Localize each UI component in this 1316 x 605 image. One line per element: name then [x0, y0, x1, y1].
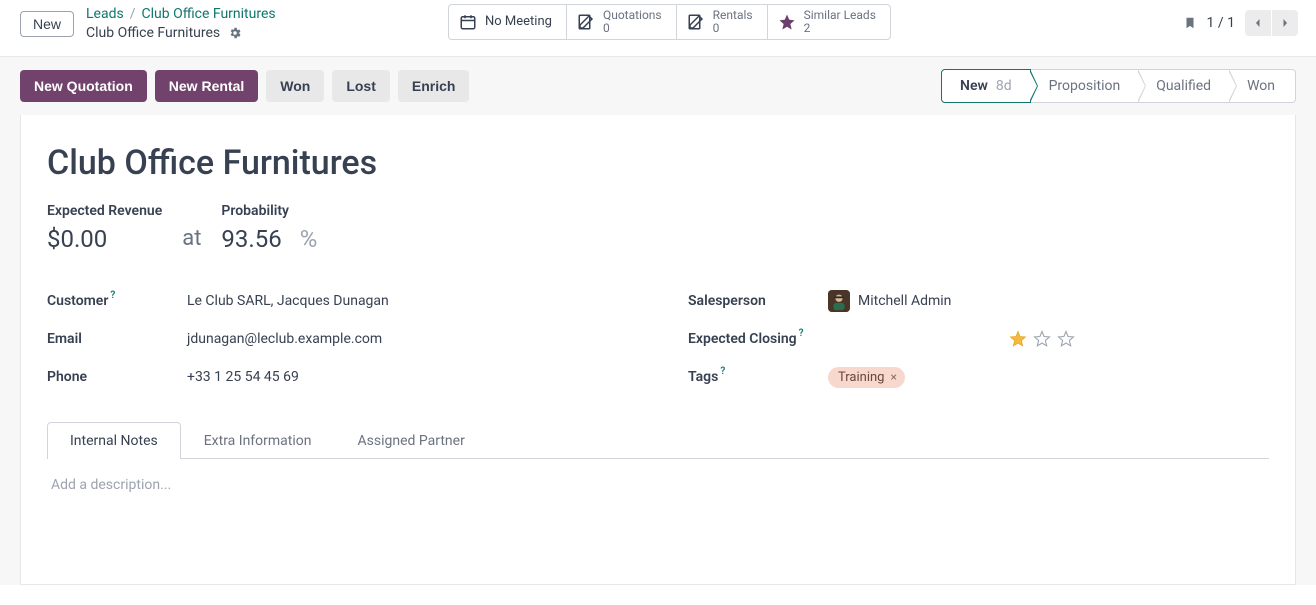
lost-button[interactable]: Lost [332, 70, 390, 102]
phone-label: Phone [47, 369, 87, 385]
gear-icon[interactable] [228, 26, 242, 40]
stat-quotations-label: Quotations [603, 9, 662, 22]
salesperson-label: Salesperson [688, 293, 766, 309]
breadcrumb-separator: / [130, 6, 136, 24]
help-icon[interactable]: ? [110, 290, 115, 301]
at-connector: at [182, 226, 201, 251]
new-button[interactable]: New [20, 11, 74, 37]
breadcrumb-root[interactable]: Leads [86, 6, 124, 24]
form-sheet: Club Office Furnitures Expected Revenue … [20, 115, 1296, 585]
help-icon[interactable]: ? [799, 328, 804, 339]
won-button[interactable]: Won [266, 70, 324, 102]
tag-remove-icon[interactable]: × [890, 370, 896, 384]
help-icon[interactable]: ? [720, 366, 725, 377]
customer-value[interactable]: Le Club SARL, Jacques Dunagan [187, 293, 628, 309]
breadcrumb: Leads / Club Office Furnitures Club Offi… [86, 6, 276, 42]
stat-similar-leads[interactable]: Similar Leads 2 [768, 5, 890, 39]
email-label: Email [47, 331, 82, 347]
pager-text: 1 / 1 [1207, 15, 1235, 31]
tab-internal-notes[interactable]: Internal Notes [47, 422, 181, 459]
stat-quotations[interactable]: Quotations 0 [567, 5, 677, 39]
probability-label: Probability [221, 203, 317, 219]
calendar-icon [459, 13, 477, 31]
topbar: New Leads / Club Office Furnitures Club … [0, 0, 1316, 48]
phone-value[interactable]: +33 1 25 54 45 69 [187, 369, 628, 385]
chevron-right-icon [1280, 18, 1290, 28]
stage-new-label: New [960, 78, 988, 94]
tags-label: Tags [688, 369, 718, 385]
expected-revenue-value[interactable]: $0.00 [47, 225, 162, 253]
expected-revenue-label: Expected Revenue [47, 203, 162, 219]
stage-qualified[interactable]: Qualified [1138, 69, 1229, 103]
tab-assigned-partner[interactable]: Assigned Partner [335, 422, 488, 459]
pager-block: 1 / 1 [1183, 10, 1298, 36]
breadcrumb-current[interactable]: Club Office Furnitures [142, 6, 276, 24]
stat-similar-label: Similar Leads [804, 9, 876, 22]
enrich-button[interactable]: Enrich [398, 70, 470, 102]
details-grid: Customer? Le Club SARL, Jacques Dunagan … [47, 283, 1269, 397]
star-icon [778, 13, 796, 31]
stat-similar-value: 2 [804, 22, 876, 35]
action-bar: New Quotation New Rental Won Lost Enrich… [0, 57, 1316, 115]
email-value[interactable]: jdunagan@leclub.example.com [187, 331, 628, 347]
star-3-icon[interactable] [1056, 329, 1076, 349]
probability-value[interactable]: 93.56 [221, 225, 281, 253]
tag-label: Training [838, 370, 884, 385]
lead-title[interactable]: Club Office Furnitures [47, 143, 1269, 183]
priority-stars[interactable] [1008, 329, 1269, 349]
stat-buttons: No Meeting Quotations 0 Rentals 0 Simila… [448, 4, 891, 40]
salesperson-value[interactable]: Mitchell Admin [858, 293, 951, 309]
revenue-probability-row: Expected Revenue $0.00 at Probability 93… [47, 203, 1269, 253]
stat-meeting[interactable]: No Meeting [449, 5, 567, 39]
stat-rentals[interactable]: Rentals 0 [677, 5, 768, 39]
stat-meeting-label: No Meeting [485, 15, 552, 29]
edit-icon [687, 13, 705, 31]
chevron-left-icon [1253, 18, 1263, 28]
notes-area[interactable]: Add a description... [47, 459, 1269, 511]
star-2-icon[interactable] [1032, 329, 1052, 349]
bookmark-icon[interactable] [1183, 15, 1197, 31]
stat-quotations-value: 0 [603, 22, 662, 35]
tabs: Internal Notes Extra Information Assigne… [47, 421, 1269, 459]
stage-won[interactable]: Won [1229, 69, 1296, 103]
pager-prev-button[interactable] [1245, 10, 1271, 36]
percent-sign: % [300, 225, 318, 253]
new-rental-button[interactable]: New Rental [155, 70, 258, 102]
stage-qualified-label: Qualified [1156, 78, 1211, 94]
tag-training[interactable]: Training × [828, 367, 905, 388]
notes-placeholder: Add a description... [51, 477, 171, 493]
avatar [828, 290, 850, 312]
stage-new[interactable]: New 8d [941, 69, 1031, 103]
stage-won-label: Won [1247, 78, 1275, 94]
stage-pipeline: New 8d Proposition Qualified Won [941, 69, 1296, 103]
new-quotation-button[interactable]: New Quotation [20, 70, 147, 102]
edit-icon [577, 13, 595, 31]
stage-proposition-label: Proposition [1049, 78, 1121, 94]
stat-rentals-value: 0 [713, 22, 753, 35]
expected-closing-label: Expected Closing [688, 331, 797, 347]
page-subtitle: Club Office Furnitures [86, 25, 220, 43]
tab-extra-information[interactable]: Extra Information [181, 422, 335, 459]
star-1-icon[interactable] [1008, 329, 1028, 349]
stage-new-days: 8d [996, 78, 1012, 94]
customer-label: Customer [47, 293, 108, 309]
pager-next-button[interactable] [1272, 10, 1298, 36]
stage-proposition[interactable]: Proposition [1031, 69, 1139, 103]
